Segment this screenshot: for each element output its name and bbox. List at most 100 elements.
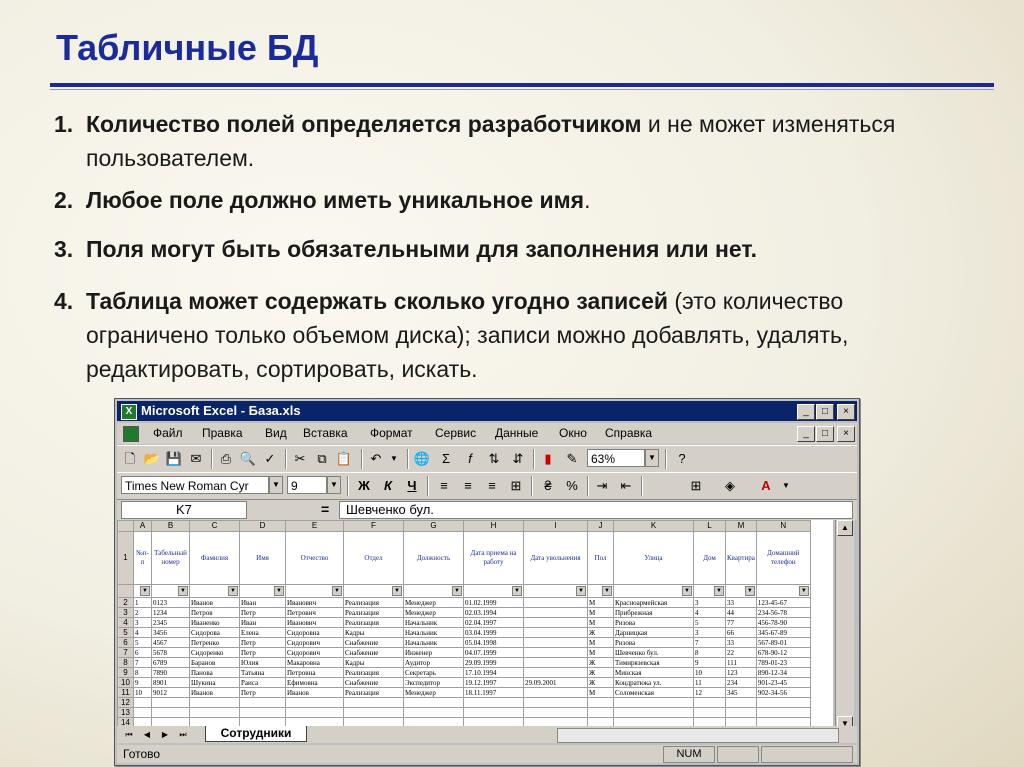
table-cell[interactable]: Менеджер xyxy=(403,687,464,698)
first-sheet-icon[interactable]: ⏮ xyxy=(121,728,137,741)
table-cell[interactable]: Минская xyxy=(613,667,694,678)
filter-dropdown-icon[interactable]: ▼ xyxy=(682,586,692,596)
table-cell[interactable]: Менеджер xyxy=(403,597,464,608)
paste-icon[interactable]: 📋 xyxy=(335,450,353,468)
vertical-scrollbar[interactable]: ▲ ▼ xyxy=(835,520,854,736)
table-cell[interactable]: 44 xyxy=(725,607,757,618)
table-cell[interactable]: Иванов xyxy=(189,597,240,608)
table-cell[interactable]: 4 xyxy=(693,607,726,618)
table-cell[interactable]: 456-78-90 xyxy=(755,617,811,628)
column-header[interactable]: I xyxy=(523,520,588,532)
table-cell[interactable]: 111 xyxy=(725,657,757,668)
align-center-icon[interactable]: ≡ xyxy=(459,477,477,495)
table-cell[interactable]: Иваненко xyxy=(189,617,240,628)
print-icon[interactable]: ⎙ xyxy=(217,450,235,468)
table-cell[interactable]: 9 xyxy=(693,657,726,668)
table-cell[interactable] xyxy=(613,697,694,708)
mail-icon[interactable]: ✉ xyxy=(187,450,205,468)
table-cell[interactable]: Экспедитор xyxy=(403,677,464,688)
table-cell[interactable]: Ефимовна xyxy=(285,677,344,688)
chevron-down-icon[interactable]: ▼ xyxy=(645,449,659,467)
table-cell[interactable]: Реализация xyxy=(343,687,404,698)
autosum-icon[interactable]: Σ xyxy=(437,450,455,468)
table-cell[interactable]: 66 xyxy=(725,627,757,638)
table-cell[interactable] xyxy=(523,647,588,658)
table-cell[interactable]: Петр xyxy=(239,647,286,658)
table-cell[interactable] xyxy=(523,637,588,648)
table-cell[interactable] xyxy=(725,697,757,708)
name-box[interactable]: K7 xyxy=(121,501,247,519)
filter-dropdown-icon[interactable]: ▼ xyxy=(744,586,755,596)
sort-ascending-icon[interactable]: ⇅ xyxy=(485,450,503,468)
table-cell[interactable]: Дарницкая xyxy=(613,627,694,638)
column-header[interactable]: C xyxy=(189,520,240,532)
table-cell[interactable]: 8 xyxy=(693,647,726,658)
new-file-icon[interactable]: 🗋 xyxy=(121,450,139,468)
borders-icon[interactable]: ⊞ xyxy=(687,477,705,495)
table-cell[interactable]: 4 xyxy=(133,627,152,638)
font-color-icon[interactable]: A xyxy=(757,477,775,495)
table-cell[interactable]: Раиса xyxy=(239,677,286,688)
table-cell[interactable]: Менеджер xyxy=(403,607,464,618)
next-sheet-icon[interactable]: ▶ xyxy=(157,728,173,741)
field-header[interactable]: Должность xyxy=(403,531,464,585)
row-header[interactable]: 3 xyxy=(117,607,134,618)
column-header[interactable]: F xyxy=(343,520,404,532)
percent-icon[interactable]: % xyxy=(563,477,581,495)
table-cell[interactable]: Реализация xyxy=(343,597,404,608)
table-cell[interactable]: Соломенская xyxy=(613,687,694,698)
table-cell[interactable]: Красноармейская xyxy=(613,597,694,608)
field-header[interactable]: Фамилия xyxy=(189,531,240,585)
table-cell[interactable]: 3 xyxy=(693,597,726,608)
select-all-corner[interactable] xyxy=(117,520,134,532)
table-cell[interactable]: Панова xyxy=(189,667,240,678)
menu-view[interactable]: Вид xyxy=(265,426,287,440)
table-cell[interactable]: 8901 xyxy=(151,677,190,688)
table-cell[interactable]: Кадры xyxy=(343,657,404,668)
table-cell[interactable] xyxy=(343,697,404,708)
table-cell[interactable]: 19.12.1997 xyxy=(463,677,524,688)
table-cell[interactable]: М xyxy=(587,597,614,608)
table-cell[interactable]: М xyxy=(587,617,614,628)
indent-icon[interactable]: ⇥ xyxy=(593,477,611,495)
table-cell[interactable] xyxy=(239,697,286,708)
filter-dropdown-icon[interactable]: ▼ xyxy=(714,586,724,596)
column-header[interactable]: J xyxy=(587,520,614,532)
table-cell[interactable]: Петренко xyxy=(189,637,240,648)
table-cell[interactable]: Иван xyxy=(239,597,286,608)
table-cell[interactable]: 5 xyxy=(693,617,726,628)
scroll-up-icon[interactable]: ▲ xyxy=(837,520,853,536)
table-cell[interactable] xyxy=(613,707,694,718)
table-cell[interactable]: 03.04.1999 xyxy=(463,627,524,638)
table-cell[interactable] xyxy=(523,627,588,638)
table-cell[interactable] xyxy=(285,697,344,708)
field-header[interactable]: Квартира xyxy=(725,531,757,585)
table-cell[interactable]: 77 xyxy=(725,617,757,628)
table-cell[interactable] xyxy=(693,697,726,708)
table-cell[interactable]: Реализация xyxy=(343,607,404,618)
filter-dropdown-icon[interactable]: ▼ xyxy=(228,586,238,596)
table-cell[interactable]: 29.09.2001 xyxy=(523,677,588,688)
table-cell[interactable]: М xyxy=(587,687,614,698)
table-cell[interactable] xyxy=(189,707,240,718)
title-bar[interactable]: X Microsoft Excel - База.xls _ □ × xyxy=(117,401,857,421)
table-cell[interactable]: 01.02.1999 xyxy=(463,597,524,608)
table-cell[interactable]: 890-12-34 xyxy=(755,667,811,678)
table-cell[interactable]: 2 xyxy=(133,607,152,618)
table-cell[interactable]: М xyxy=(587,607,614,618)
table-cell[interactable]: Сидорович xyxy=(285,647,344,658)
table-cell[interactable] xyxy=(151,707,190,718)
table-cell[interactable]: Петр xyxy=(239,637,286,648)
row-header[interactable]: 10 xyxy=(117,677,134,688)
table-cell[interactable]: Иванович xyxy=(285,617,344,628)
table-cell[interactable] xyxy=(523,667,588,678)
table-cell[interactable]: Ж xyxy=(587,657,614,668)
table-cell[interactable]: 8 xyxy=(133,667,152,678)
field-header[interactable]: Пол xyxy=(587,531,614,585)
row-header[interactable]: 12 xyxy=(117,697,134,708)
table-cell[interactable]: 1 xyxy=(133,597,152,608)
table-cell[interactable]: 7 xyxy=(133,657,152,668)
table-cell[interactable] xyxy=(587,707,614,718)
table-cell[interactable]: 10 xyxy=(133,687,152,698)
table-cell[interactable]: 3 xyxy=(133,617,152,628)
